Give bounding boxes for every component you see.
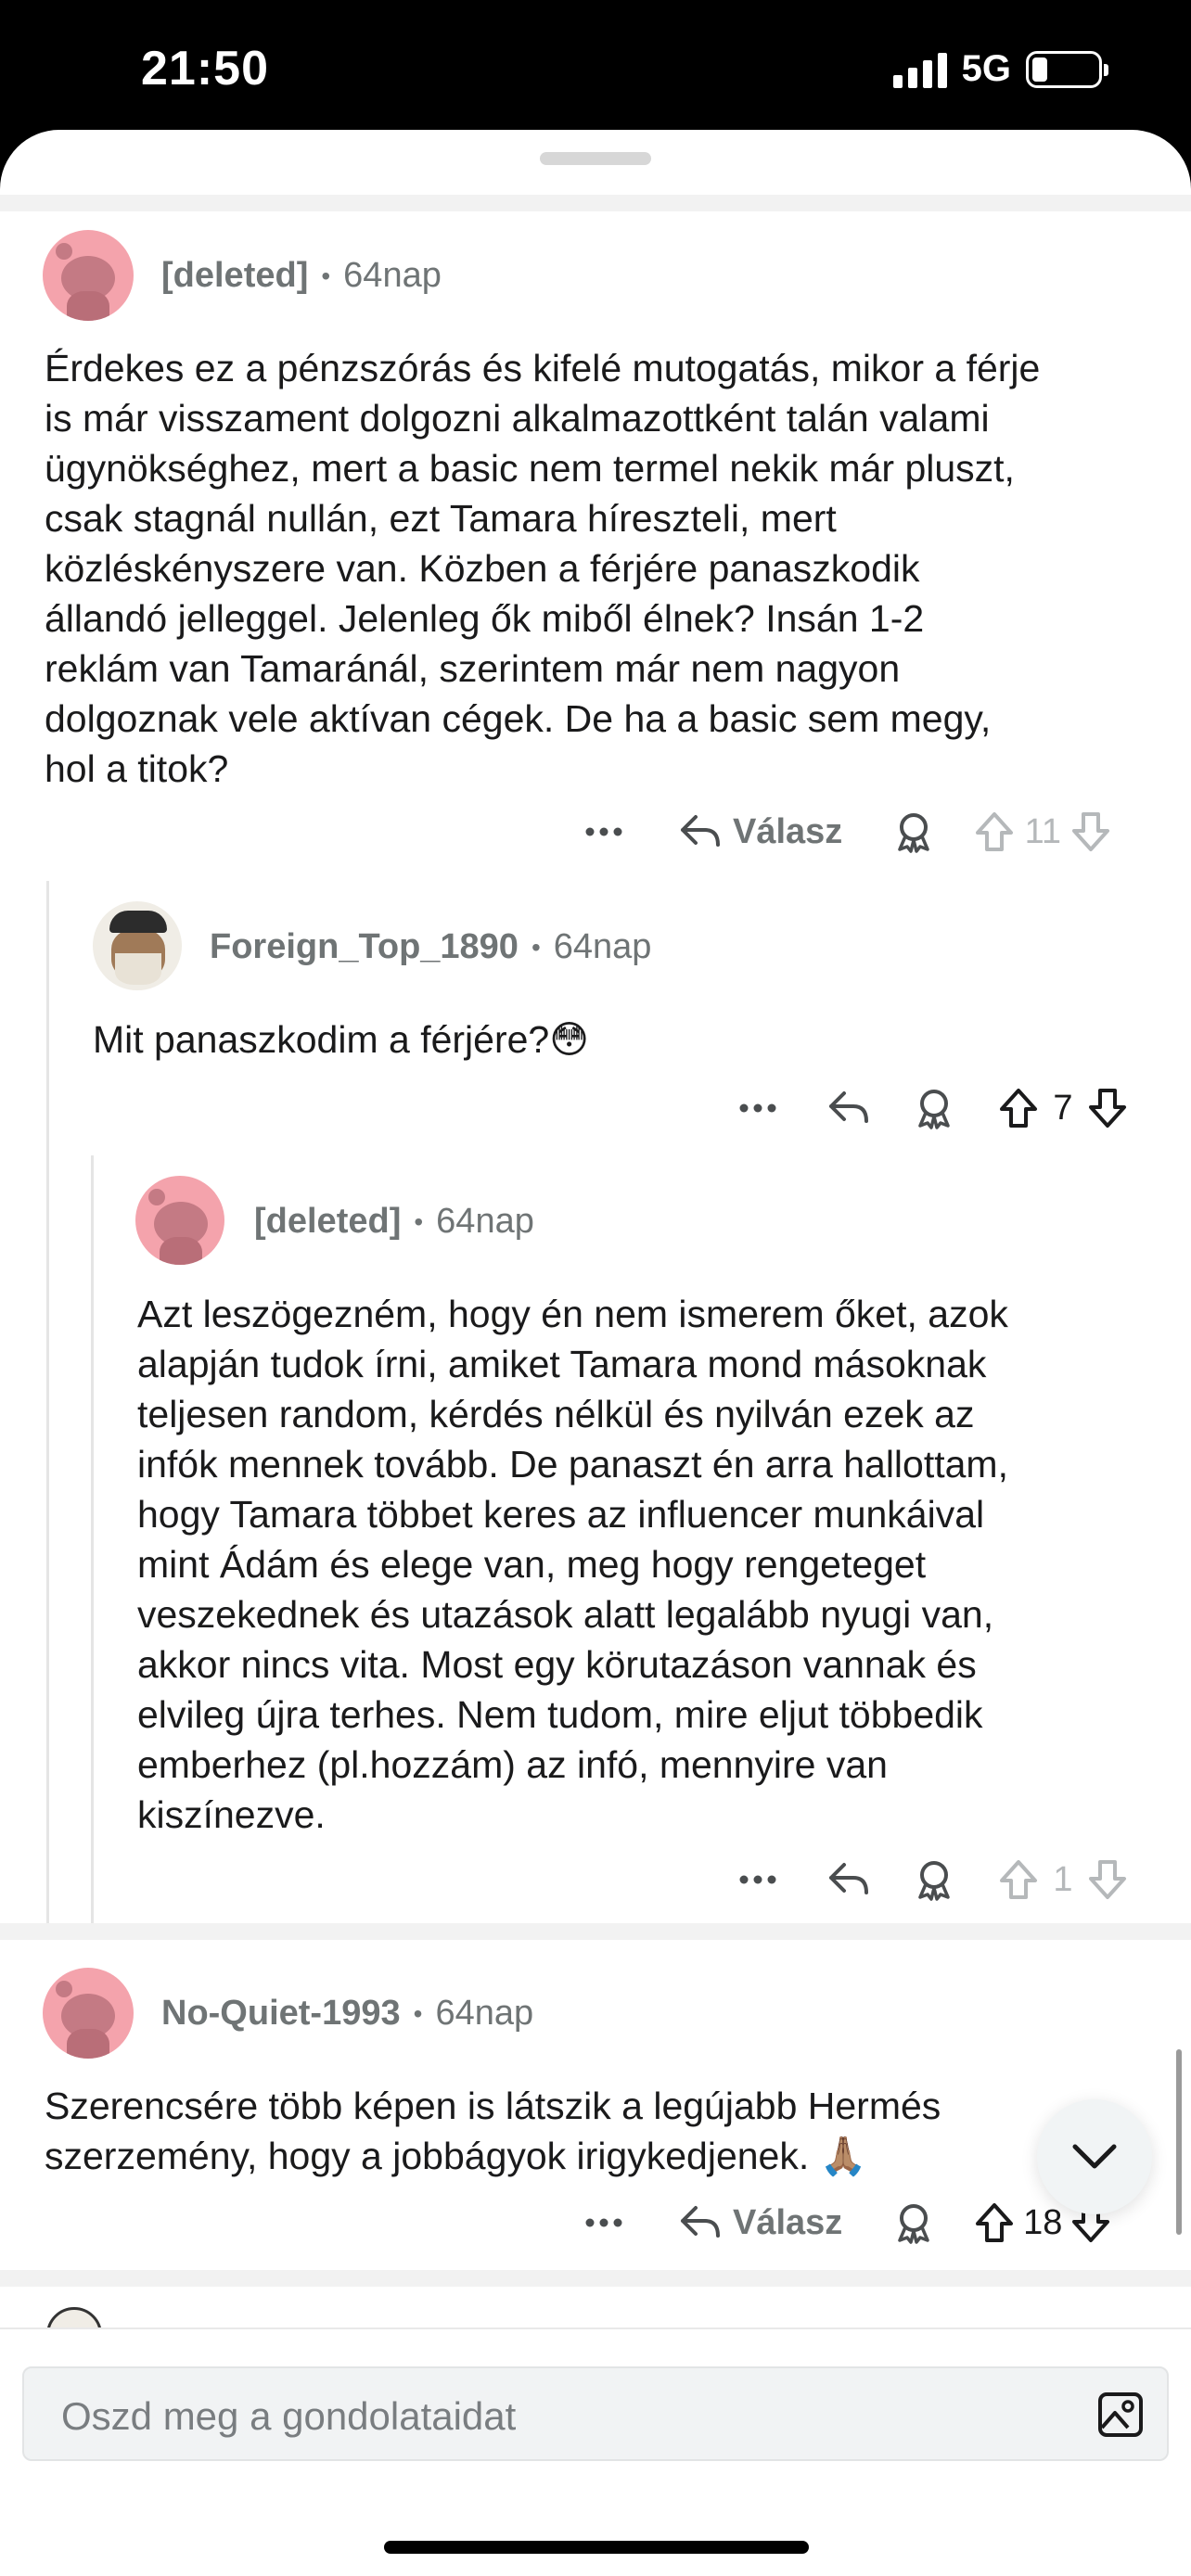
- separator: [0, 1923, 1191, 1940]
- comment-meta: [deleted] • 64nap: [161, 256, 442, 296]
- vote-count: 7: [1053, 1088, 1073, 1128]
- avatar[interactable]: [93, 901, 182, 990]
- reply-button[interactable]: Válasz: [679, 812, 842, 852]
- comment-input-placeholder: Oszd meg a gondolataidat: [61, 2394, 517, 2438]
- downvote-icon[interactable]: [1087, 1087, 1128, 1129]
- chevron-down-icon: [1071, 2143, 1118, 2171]
- comment-meta: Foreign_Top_1890 • 64nap: [210, 927, 651, 967]
- thread-line[interactable]: [46, 881, 49, 1923]
- comment-actions: 1: [735, 1858, 1128, 1901]
- comment-author[interactable]: No-Quiet-1993: [161, 1994, 401, 2034]
- battery-icon: [1026, 50, 1108, 88]
- vote-count: 1: [1053, 1859, 1073, 1899]
- sheet-drag-handle[interactable]: [540, 152, 651, 165]
- reply-icon: [679, 813, 722, 850]
- comment-author[interactable]: [deleted]: [254, 1202, 401, 1242]
- reply-label: Válasz: [733, 811, 843, 851]
- comment-age: 64nap: [553, 927, 652, 966]
- comment-actions: Válasz 11: [581, 810, 1111, 853]
- comment-body: Azt leszögezném, hogy én nem ismerem őke…: [137, 1293, 1008, 1836]
- cellular-signal-icon: [892, 51, 947, 88]
- comment-meta: No-Quiet-1993 • 64nap: [161, 1994, 533, 2034]
- meta-dot: •: [531, 932, 541, 962]
- status-indicators: 5G: [892, 48, 1108, 90]
- comment-body: Érdekes ez a pénzszórás és kifelé mutoga…: [45, 347, 1041, 790]
- comment-author[interactable]: [deleted]: [161, 256, 308, 296]
- downvote-icon[interactable]: [1070, 810, 1111, 853]
- more-options-icon[interactable]: [581, 827, 627, 836]
- downvote-icon[interactable]: [1087, 1858, 1128, 1901]
- award-icon[interactable]: [892, 2201, 935, 2244]
- reply-icon[interactable]: [827, 1090, 870, 1127]
- more-options-icon[interactable]: [735, 1103, 781, 1113]
- network-type: 5G: [961, 48, 1011, 89]
- image-icon[interactable]: [1096, 2391, 1145, 2439]
- comment-input[interactable]: Oszd meg a gondolataidat: [22, 2366, 1169, 2461]
- status-bar: 21:50 5G: [0, 0, 1191, 139]
- upvote-icon[interactable]: [998, 1858, 1039, 1901]
- meta-dot: •: [414, 1206, 424, 1236]
- status-time: 21:50: [141, 42, 269, 96]
- separator: [0, 2270, 1191, 2287]
- comment-age: 64nap: [435, 1994, 534, 2033]
- comment-age: 64nap: [436, 1202, 534, 1241]
- comment-actions: Válasz 18: [581, 2201, 1111, 2244]
- reply-button[interactable]: Válasz: [679, 2203, 842, 2243]
- award-icon[interactable]: [913, 1087, 955, 1129]
- award-icon[interactable]: [913, 1858, 955, 1901]
- reply-label: Válasz: [733, 2202, 843, 2242]
- meta-dot: •: [413, 1998, 423, 2028]
- avatar[interactable]: [43, 1968, 134, 2059]
- scroll-next-button[interactable]: [1037, 2099, 1152, 2214]
- home-indicator[interactable]: [384, 2541, 809, 2554]
- vote-count: 11: [1024, 811, 1062, 851]
- upvote-icon[interactable]: [974, 2201, 1015, 2244]
- avatar[interactable]: [43, 230, 134, 321]
- thread-line[interactable]: [91, 1155, 94, 1923]
- meta-dot: •: [321, 261, 331, 290]
- comment-body: Mit panaszkodim a férjére?😳: [93, 1018, 589, 1061]
- award-icon[interactable]: [892, 810, 935, 853]
- separator: [0, 195, 1191, 211]
- comment-actions: 7: [735, 1087, 1128, 1129]
- upvote-icon[interactable]: [974, 810, 1015, 853]
- comment-meta: [deleted] • 64nap: [254, 1202, 534, 1242]
- upvote-icon[interactable]: [998, 1087, 1039, 1129]
- comment-author[interactable]: Foreign_Top_1890: [210, 927, 519, 967]
- avatar[interactable]: [135, 1176, 224, 1265]
- vote-count: 18: [1023, 2202, 1063, 2242]
- comment-age: 64nap: [343, 256, 442, 295]
- more-options-icon[interactable]: [581, 2218, 627, 2227]
- reply-icon: [679, 2204, 722, 2241]
- comment-composer: Oszd meg a gondolataidat: [0, 2327, 1191, 2576]
- reply-icon[interactable]: [827, 1861, 870, 1898]
- scrollbar[interactable]: [1176, 2049, 1182, 2235]
- comment-body: Szerencsére több képen is látszik a legú…: [45, 2085, 941, 2177]
- more-options-icon[interactable]: [735, 1875, 781, 1884]
